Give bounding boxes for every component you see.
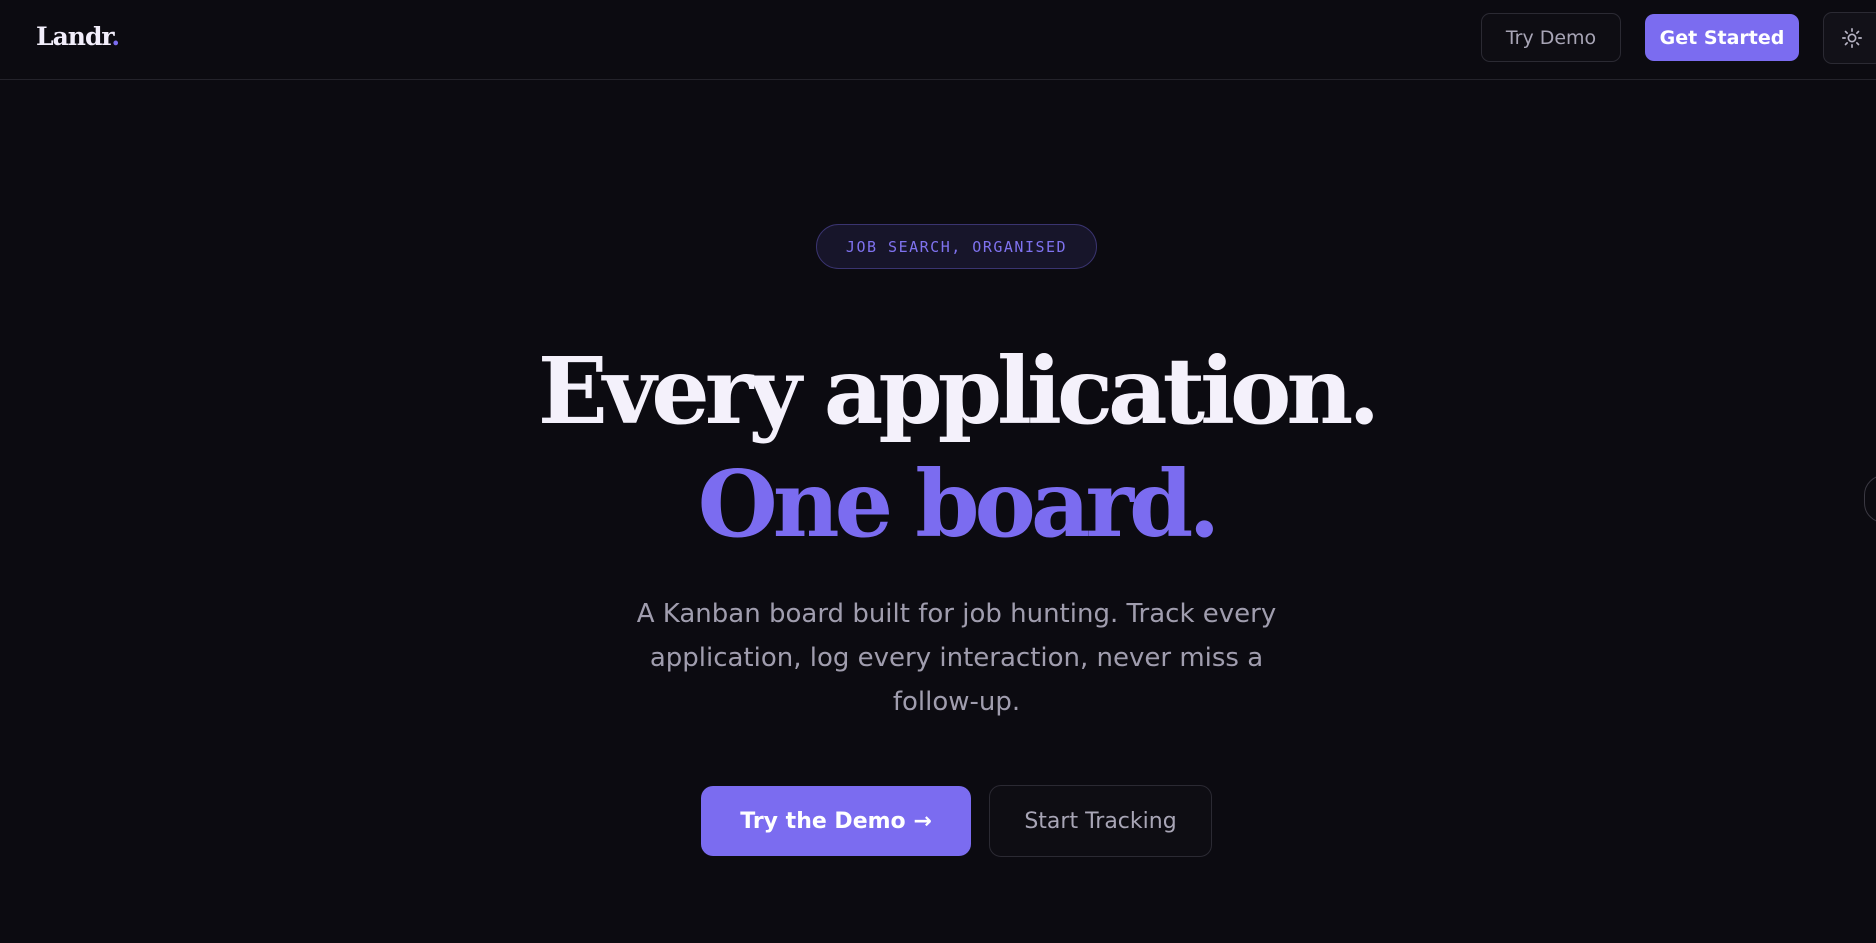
logo-dot: .	[111, 22, 120, 51]
try-the-demo-label: Try the Demo →	[740, 808, 932, 834]
hero-headline-line1: Every application.	[537, 337, 1381, 445]
try-demo-button[interactable]: Try Demo	[1481, 13, 1621, 62]
sun-icon	[1842, 28, 1862, 48]
try-the-demo-button[interactable]: Try the Demo →	[701, 786, 971, 856]
theme-toggle-button[interactable]	[1823, 12, 1876, 64]
top-navbar: Landr. Try Demo Get Started	[0, 0, 1876, 80]
start-tracking-button[interactable]: Start Tracking	[989, 785, 1212, 857]
start-tracking-label: Start Tracking	[1024, 808, 1177, 834]
hero-subtitle: A Kanban board built for job hunting. Tr…	[636, 599, 1277, 717]
get-started-label: Get Started	[1659, 26, 1785, 49]
try-demo-label: Try Demo	[1505, 26, 1597, 49]
get-started-button[interactable]: Get Started	[1645, 14, 1799, 61]
logo-text: Landr	[36, 22, 112, 51]
logo[interactable]: Landr.	[36, 20, 120, 54]
hero-headline-line2: One board.	[697, 450, 1221, 558]
eyebrow-badge: JOB SEARCH, ORGANISED	[816, 224, 1097, 269]
